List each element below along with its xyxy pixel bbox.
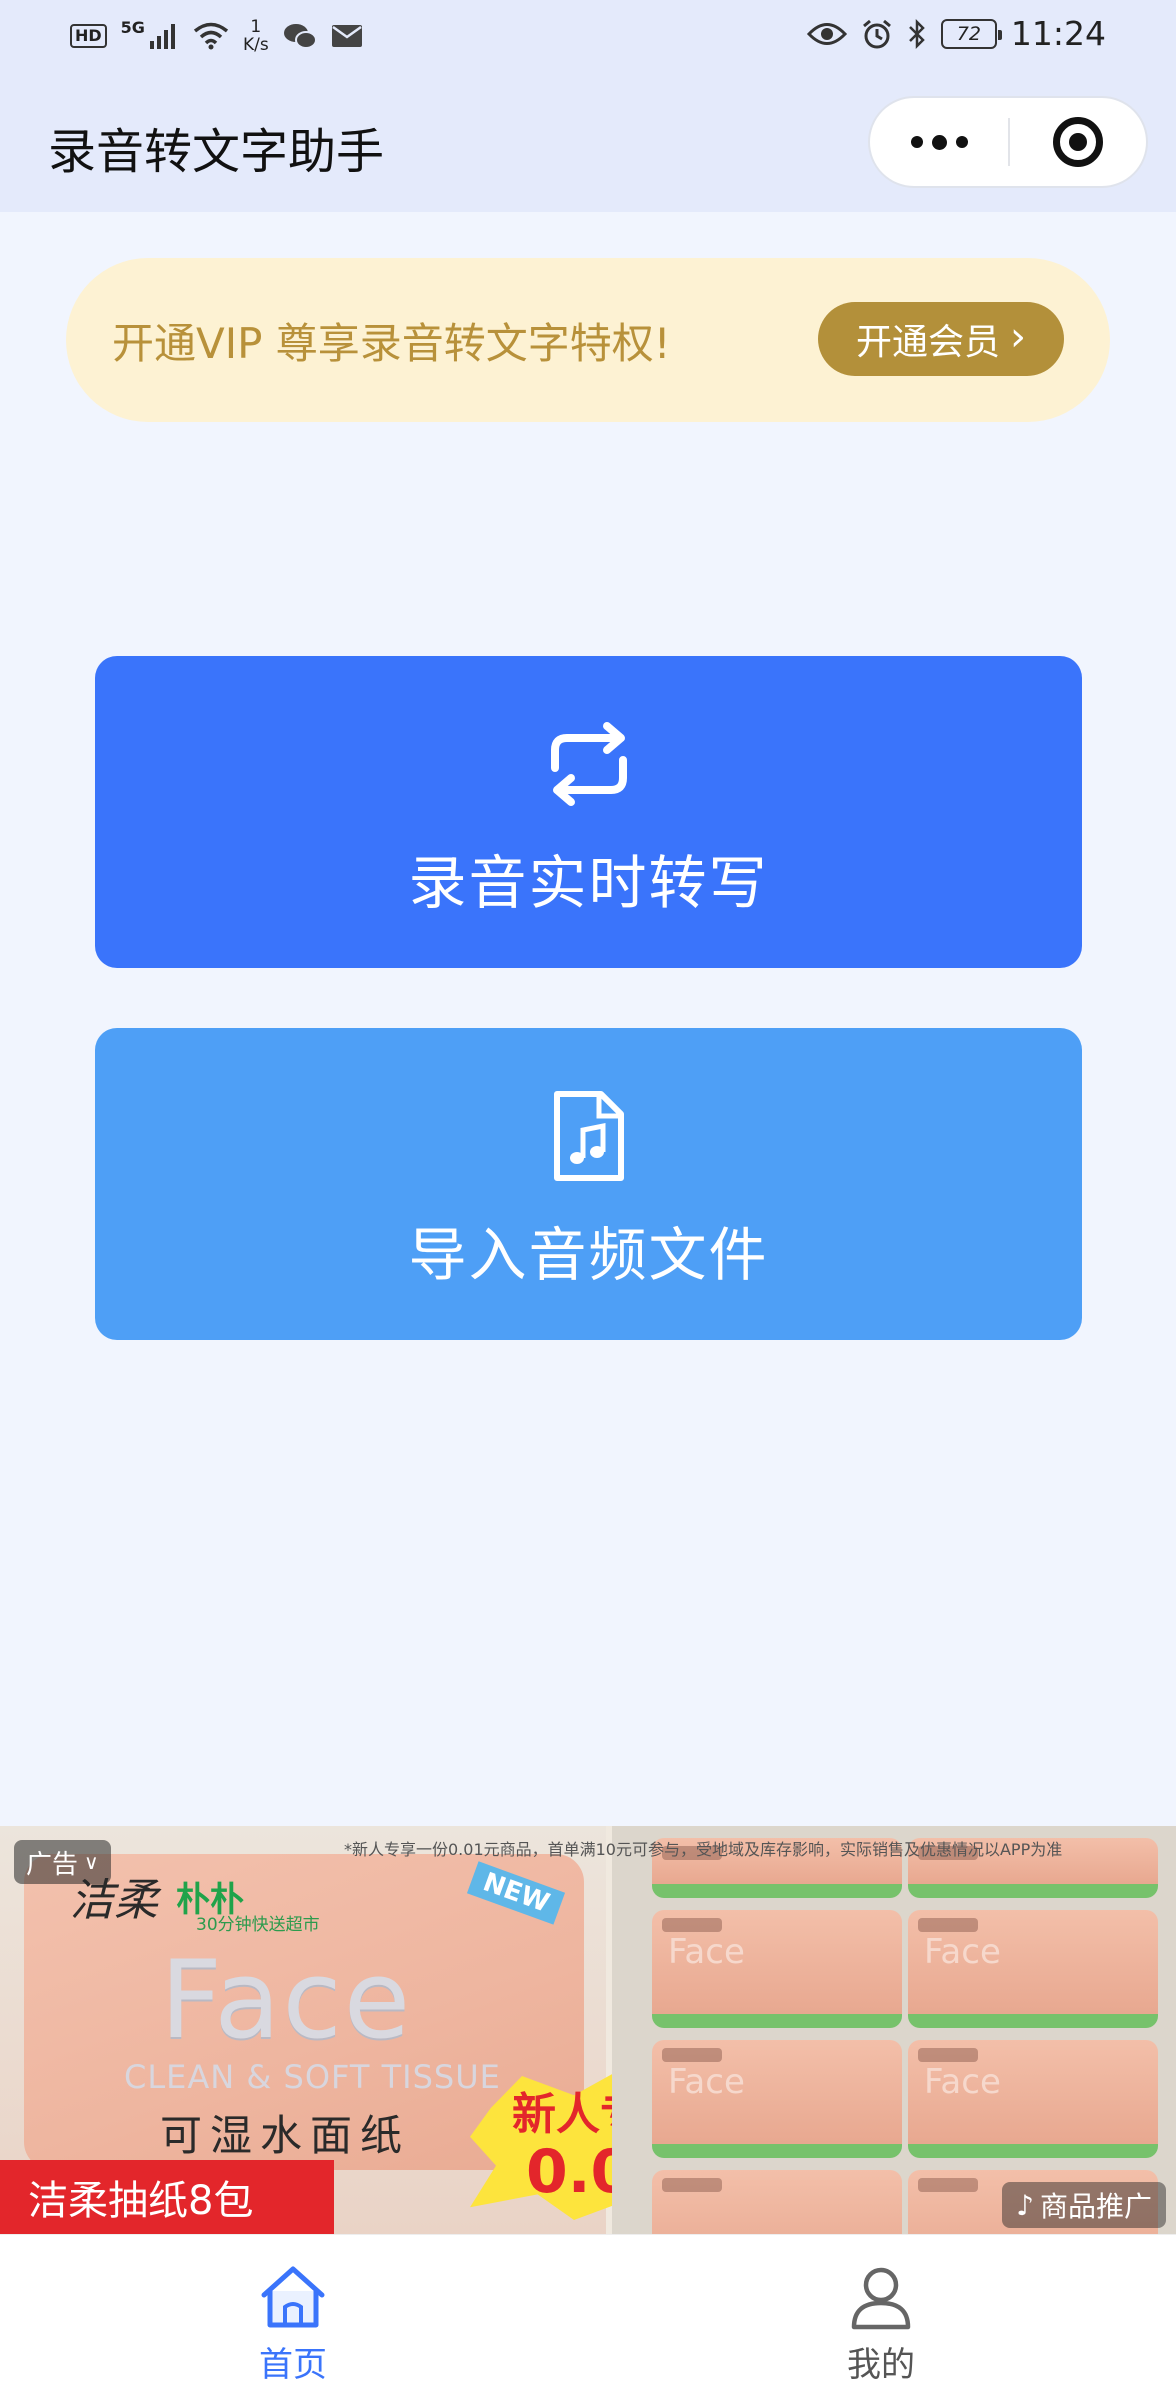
- nav-bar: 录音转文字助手: [0, 72, 1176, 212]
- vip-promo-text: 开通VIP 尊享录音转文字特权!: [112, 319, 671, 368]
- net-rate-value: 1: [250, 17, 262, 37]
- loop-icon: [550, 722, 627, 806]
- product-promotion-tag[interactable]: ♪ 商品推广: [1002, 2182, 1166, 2228]
- ad-tag[interactable]: 广告 ∨: [14, 1840, 111, 1884]
- tissue-pack: Face: [908, 1910, 1158, 2028]
- signal-icon: [149, 24, 175, 49]
- tissue-pack: [652, 2170, 902, 2234]
- more-dot-icon: [955, 136, 968, 148]
- alarm-icon: [862, 19, 891, 48]
- audio-file-icon: [553, 1091, 624, 1181]
- user-icon: [851, 2267, 911, 2330]
- product-word: Face: [160, 1938, 413, 2063]
- eye-icon: [806, 22, 847, 45]
- status-bar: HD 5G 1 K/s 72 11:24: [0, 0, 1176, 72]
- hd-icon: HD: [70, 24, 107, 48]
- tissue-pack: Face: [652, 1910, 902, 2028]
- chevron-down-icon: ∨: [84, 1850, 99, 1874]
- capsule-menu: [868, 96, 1148, 188]
- wechat-icon: [283, 24, 317, 49]
- tab-mine-label: 我的: [847, 2345, 915, 2385]
- network-label: 5G: [120, 18, 145, 37]
- mail-icon: [331, 25, 362, 47]
- import-audio-button[interactable]: 导入音频文件: [95, 1028, 1082, 1340]
- chevron-right-icon: ›: [1010, 314, 1026, 360]
- ad-image-left: 洁柔 朴朴 30分钟快送超市 NEW Face CLEAN & SOFT TIS…: [0, 1826, 730, 2234]
- clock: 11:24: [1010, 14, 1106, 53]
- vip-banner[interactable]: 开通VIP 尊享录音转文字特权! 开通会员 ›: [66, 258, 1110, 422]
- net-rate-unit: K/s: [242, 35, 269, 55]
- open-vip-button[interactable]: 开通会员 ›: [818, 302, 1064, 376]
- target-icon: [1053, 117, 1103, 167]
- net-rate: 1 K/s: [243, 18, 269, 54]
- status-right: 72 11:24: [806, 14, 1106, 53]
- tab-mine[interactable]: 我的: [781, 2263, 981, 2386]
- ad-disclaimer: *新人专享一份0.01元商品，首单满10元可参与，受地域及库存影响，实际销售及优…: [344, 1840, 1063, 1859]
- page-title: 录音转文字助手: [48, 124, 385, 180]
- tissue-pack-label: Face: [668, 1932, 745, 1972]
- product-promotion-label: 商品推广: [1039, 2190, 1152, 2223]
- product-chinese-name: 可湿水面纸: [160, 2111, 411, 2160]
- ad-tag-label: 广告: [26, 1849, 79, 1880]
- tissue-pack-label: Face: [668, 2062, 745, 2102]
- tissue-pack-label: Face: [924, 1932, 1001, 1972]
- partner-subtitle: 30分钟快送超市: [196, 1915, 320, 1935]
- more-button[interactable]: [870, 98, 1008, 186]
- open-vip-label: 开通会员: [855, 322, 1000, 363]
- record-transcribe-label: 录音实时转写: [408, 849, 769, 917]
- battery-level: 72: [956, 22, 981, 45]
- battery-icon: 72: [940, 18, 1002, 49]
- app-screen: HD 5G 1 K/s 72 11:24 录音转文字助手 开通VIP 尊享录音转…: [0, 0, 1176, 2400]
- close-miniprogram-button[interactable]: [1010, 98, 1146, 186]
- music-note-icon: ♪: [1016, 2188, 1034, 2222]
- tab-home-label: 首页: [259, 2345, 327, 2385]
- tab-bar: 首页 我的: [0, 2234, 1176, 2400]
- home-icon: [261, 2266, 325, 2328]
- ad-banner[interactable]: 洁柔 朴朴 30分钟快送超市 NEW Face CLEAN & SOFT TIS…: [0, 1826, 1176, 2234]
- ad-image-right: Face Face Face Face ♪ 商品推广: [612, 1826, 1176, 2234]
- more-dot-icon: [910, 136, 923, 148]
- wifi-icon: [193, 22, 229, 50]
- status-left: HD 5G 1 K/s: [70, 18, 363, 54]
- import-audio-label: 导入音频文件: [408, 1221, 769, 1289]
- record-transcribe-button[interactable]: 录音实时转写: [95, 656, 1082, 968]
- bluetooth-icon: [909, 18, 925, 49]
- tab-home[interactable]: 首页: [193, 2263, 393, 2386]
- tissue-pack: Face: [908, 2040, 1158, 2158]
- promo-title: 洁柔抽纸8包: [0, 2160, 334, 2234]
- more-dot-icon: [931, 134, 947, 150]
- tissue-pack-label: Face: [924, 2062, 1001, 2102]
- product-subtitle: CLEAN & SOFT TISSUE: [124, 2058, 501, 2096]
- tissue-pack: Face: [652, 2040, 902, 2158]
